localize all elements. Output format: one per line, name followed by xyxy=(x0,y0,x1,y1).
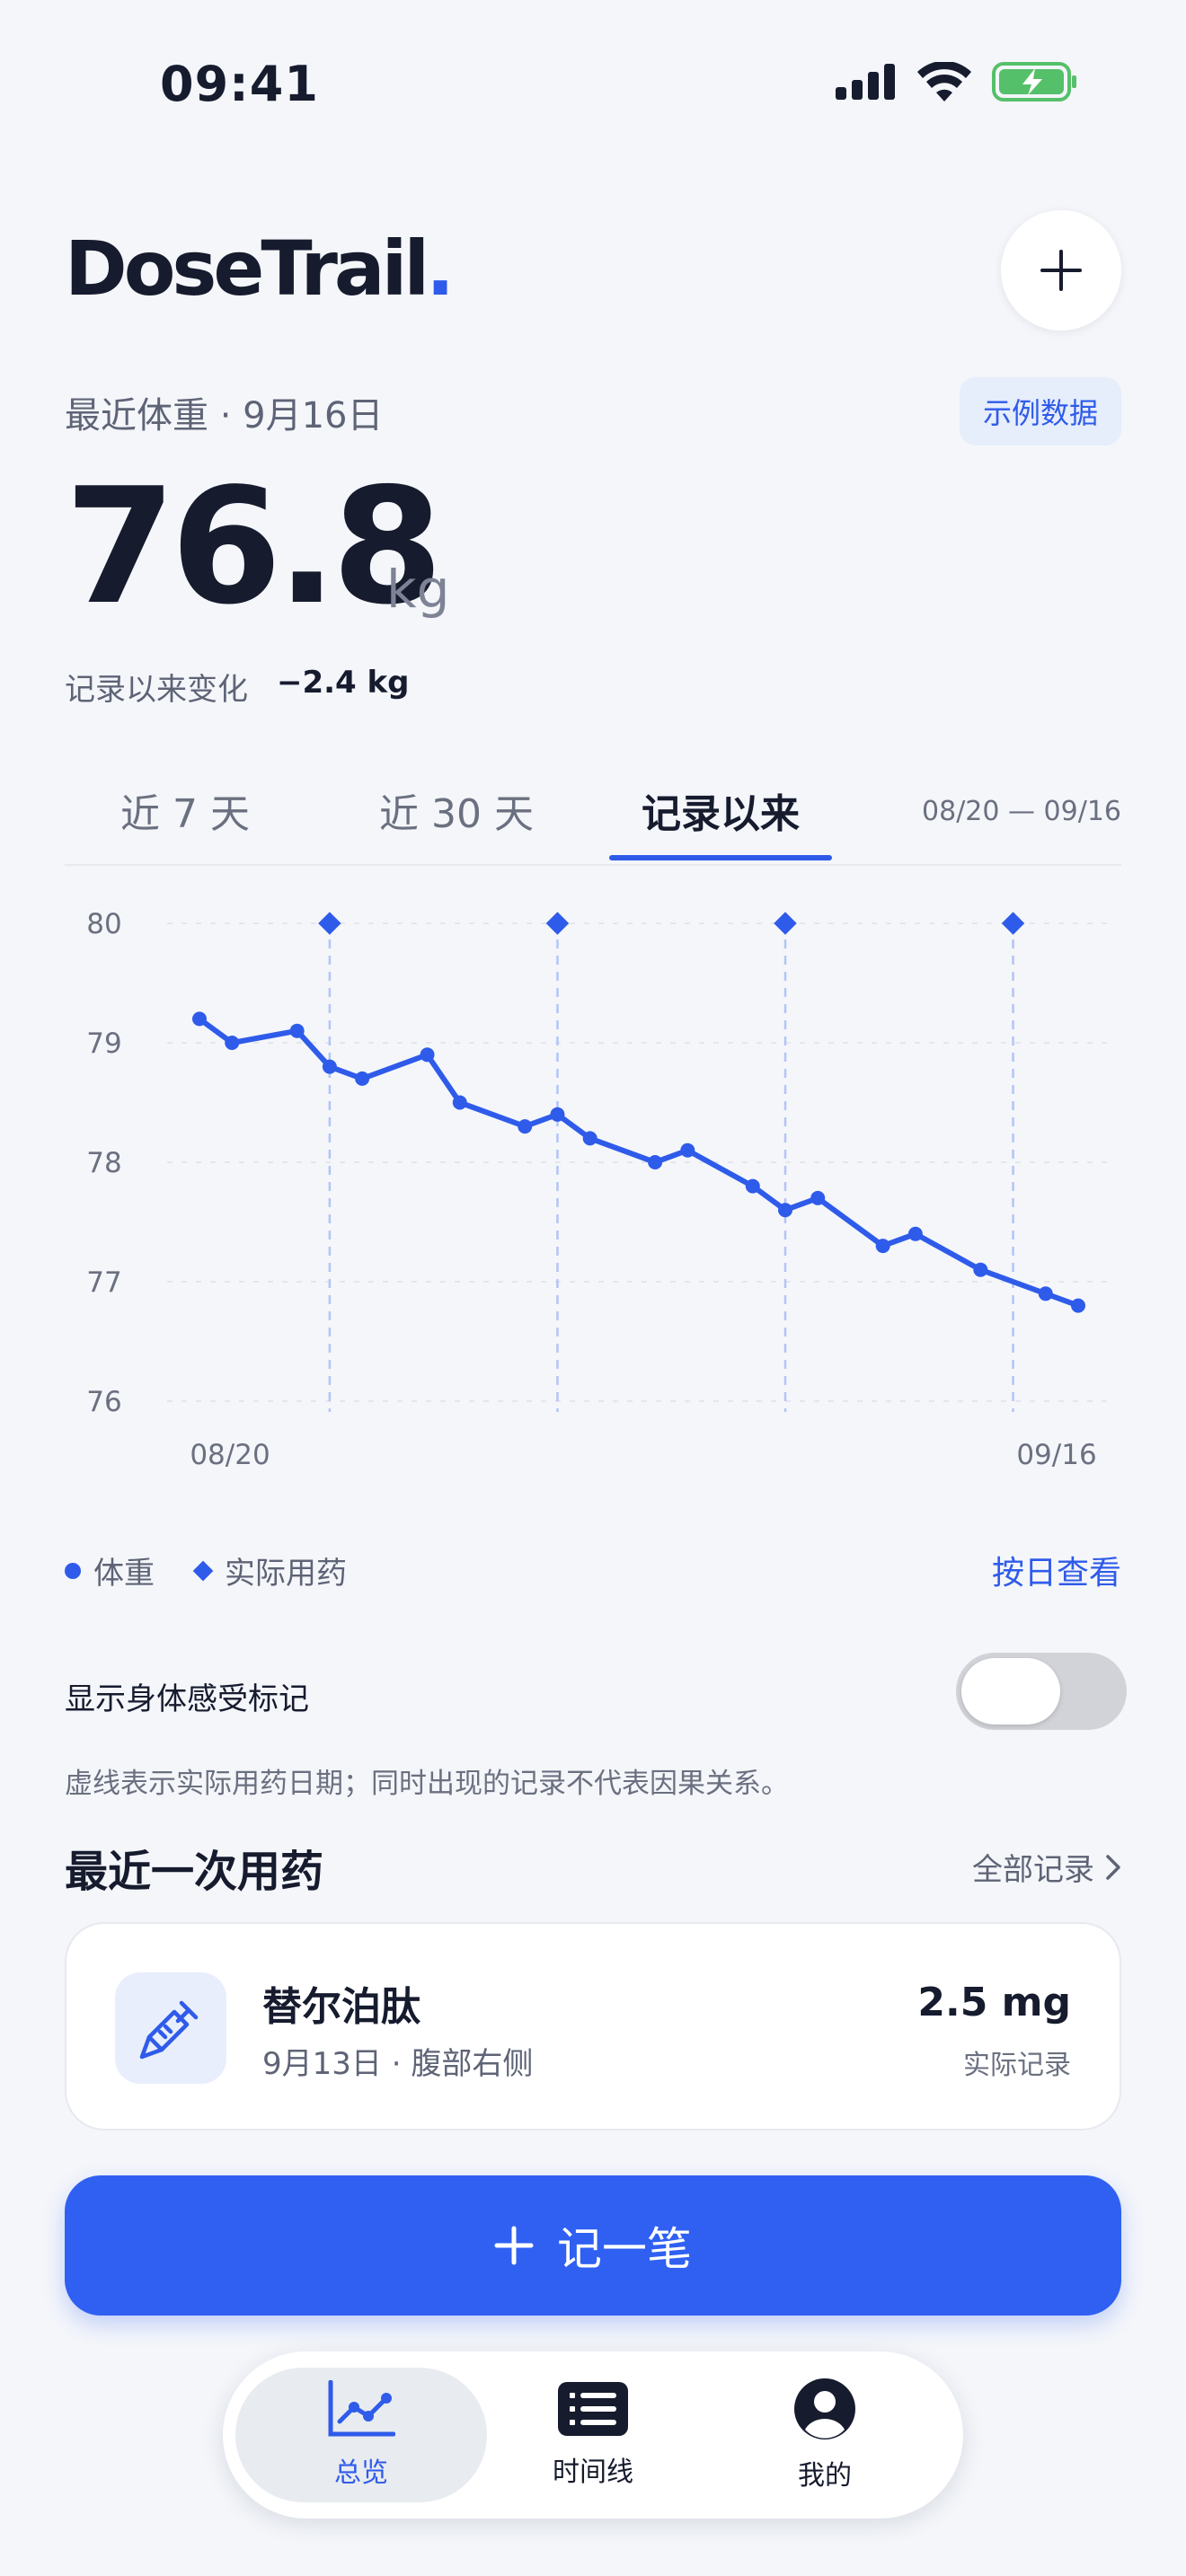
battery-charging-icon xyxy=(992,62,1076,101)
nav-item-overview[interactable]: 总览 xyxy=(235,2368,487,2502)
weight-point xyxy=(1038,1286,1053,1301)
change-value: −2.4 kg xyxy=(277,665,410,701)
dose-marker xyxy=(318,912,341,935)
tab-since-start[interactable]: 记录以来 xyxy=(642,781,800,839)
recent-dose-card[interactable]: 替尔泊肽 9月13日 · 腹部右侧 2.5 mg 实际记录 xyxy=(65,1922,1121,2130)
recent-dose-title: 最近一次用药 xyxy=(65,1847,324,1897)
tab-30-days[interactable]: 近 30 天 xyxy=(379,781,534,839)
profile-icon xyxy=(794,2378,855,2439)
dose-amount: 2.5 mg xyxy=(917,1980,1071,2025)
view-daily-link[interactable]: 按日查看 xyxy=(992,1547,1121,1593)
plus-icon xyxy=(494,2226,534,2265)
weight-point xyxy=(680,1142,695,1158)
sample-data-badge: 示例数据 xyxy=(959,377,1121,446)
dose-marker xyxy=(1001,912,1025,935)
body-feeling-toggle-label: 显示身体感受标记 xyxy=(65,1681,309,1717)
chart-labels: 80 79 78 77 76 08/20 09/16 xyxy=(86,908,1096,1471)
chart-grid xyxy=(167,922,1114,1402)
legend-weight-label: 体重 xyxy=(93,1556,155,1592)
brand-name: DoseTrail xyxy=(65,225,429,313)
weight-point xyxy=(225,1036,240,1050)
app-brand: DoseTrail. xyxy=(65,225,455,313)
weight-point xyxy=(973,1262,988,1277)
legend-dose-label: 实际用药 xyxy=(225,1556,347,1592)
weight-point xyxy=(1071,1298,1085,1313)
chevron-right-icon xyxy=(1106,1854,1120,1880)
weight-point xyxy=(420,1047,435,1063)
weight-unit: kg xyxy=(386,559,450,620)
tab-divider xyxy=(65,864,1121,866)
weight-point xyxy=(875,1239,890,1254)
weight-point xyxy=(289,1023,305,1038)
chart-legend: 体重 实际用药 xyxy=(65,1548,347,1592)
weight-chart: 80 79 78 77 76 08/20 09/16 xyxy=(86,908,1114,1471)
nav-item-profile[interactable]: 我的 xyxy=(699,2368,951,2502)
x-tick-label: 09/16 xyxy=(1016,1439,1096,1471)
y-tick-label: 80 xyxy=(86,908,121,940)
weight-value: 76.8 xyxy=(65,454,443,640)
date-range-label: 08/20 — 09/16 xyxy=(922,796,1121,827)
nav-item-timeline[interactable]: 时间线 xyxy=(467,2368,719,2502)
weight-point xyxy=(550,1107,565,1122)
plus-icon xyxy=(1040,250,1082,291)
weight-point xyxy=(907,1226,923,1241)
status-time: 09:41 xyxy=(160,56,319,112)
weight-point xyxy=(778,1203,792,1218)
dose-marker xyxy=(774,912,797,935)
dose-meta: 9月13日 · 腹部右侧 xyxy=(262,2046,534,2082)
latest-weight-label: 最近体重 · 9月16日 xyxy=(65,395,384,437)
weight-point xyxy=(810,1190,826,1205)
drug-name: 替尔泊肽 xyxy=(262,1984,420,2030)
all-records-link[interactable]: 全部记录 xyxy=(972,1845,1121,1889)
body-feeling-toggle[interactable] xyxy=(956,1653,1127,1730)
nav-label-profile: 我的 xyxy=(798,2460,852,2492)
y-tick-label: 79 xyxy=(86,1028,121,1060)
weight-point xyxy=(322,1059,337,1074)
status-icons xyxy=(836,61,1078,102)
chart-note: 虚线表示实际用药日期；同时出现的记录不代表因果关系。 xyxy=(65,1768,789,1800)
syringe-icon xyxy=(139,2000,199,2060)
nav-label-overview: 总览 xyxy=(334,2457,388,2489)
add-entry-button[interactable] xyxy=(1001,210,1121,331)
weight-point xyxy=(192,1011,207,1027)
wifi-icon xyxy=(917,62,971,101)
tab-7-days[interactable]: 近 7 天 xyxy=(120,781,250,839)
y-tick-label: 77 xyxy=(86,1266,121,1299)
weight-point xyxy=(355,1071,370,1086)
chart-icon xyxy=(328,2380,395,2437)
toggle-knob xyxy=(961,1658,1060,1725)
legend-dose-diamond xyxy=(192,1560,214,1581)
weight-point xyxy=(452,1095,467,1110)
weight-point xyxy=(745,1178,760,1194)
log-entry-button[interactable]: 记一笔 xyxy=(65,2175,1121,2316)
y-tick-label: 76 xyxy=(86,1386,121,1418)
all-records-label: 全部记录 xyxy=(972,1852,1094,1888)
brand-dot: . xyxy=(426,225,455,313)
y-tick-label: 78 xyxy=(86,1147,121,1179)
nav-label-timeline: 时间线 xyxy=(553,2457,633,2488)
weight-point xyxy=(518,1119,533,1134)
dose-note: 实际记录 xyxy=(963,2050,1071,2081)
weight-point xyxy=(648,1155,663,1169)
dose-marker xyxy=(545,912,570,935)
log-entry-label: 记一笔 xyxy=(557,2223,692,2275)
syringe-icon-box xyxy=(115,1972,226,2084)
change-label: 记录以来变化 xyxy=(65,672,248,708)
x-tick-label: 08/20 xyxy=(190,1439,270,1471)
list-icon xyxy=(558,2382,628,2436)
legend-weight-dot xyxy=(65,1562,81,1579)
bottom-nav: 总览 时间线 我的 xyxy=(223,2351,963,2519)
active-tab-indicator xyxy=(609,855,832,860)
cellular-signal-icon xyxy=(836,64,895,100)
weight-point xyxy=(582,1131,597,1146)
